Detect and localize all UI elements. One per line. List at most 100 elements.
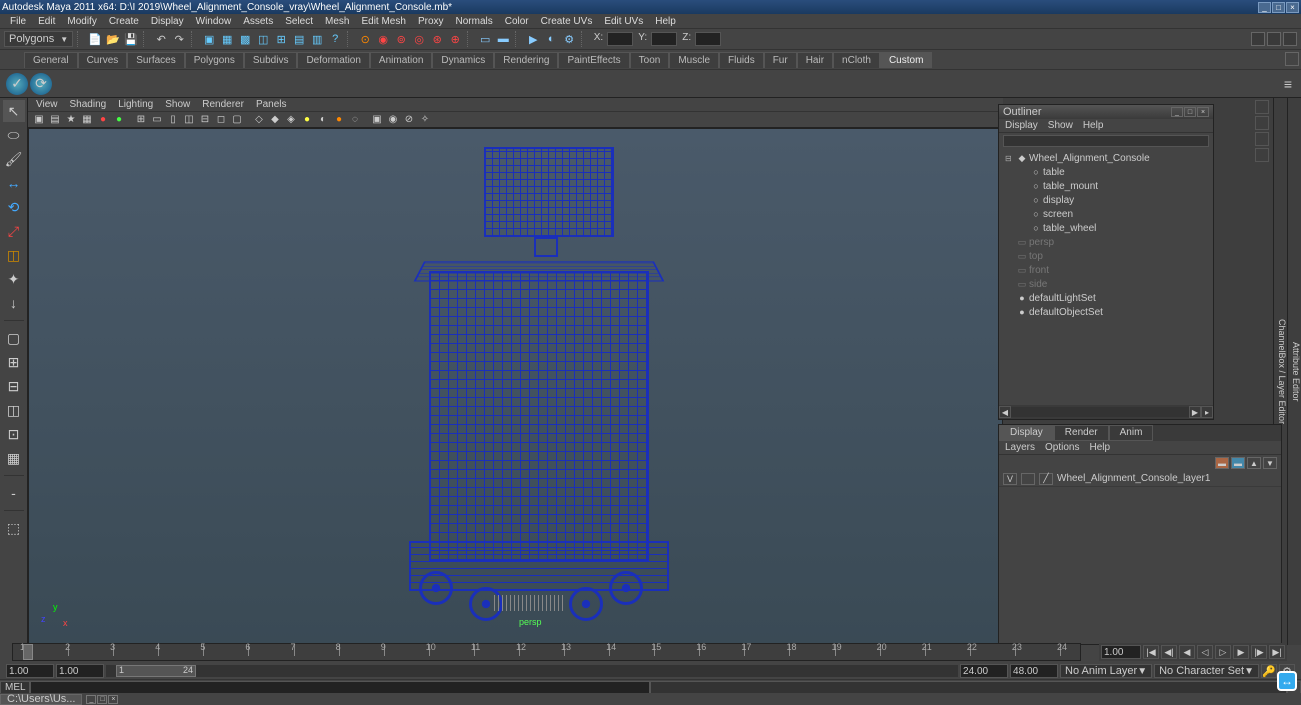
shelf-tab-ncloth[interactable]: nCloth — [833, 52, 880, 68]
shelf-tab-polygons[interactable]: Polygons — [185, 52, 244, 68]
shelf-tab-fluids[interactable]: Fluids — [719, 52, 764, 68]
menu-color[interactable]: Color — [499, 16, 535, 27]
sidebar-toggle-3[interactable] — [1283, 32, 1297, 46]
attribute-editor-tab[interactable]: Attribute Editor — [1287, 98, 1301, 645]
snap-view-icon[interactable]: ⊕ — [447, 31, 463, 47]
layout-three-icon[interactable]: ⊡ — [3, 423, 25, 445]
task-minimize[interactable]: _ — [86, 695, 96, 704]
vp-res-gate-icon[interactable]: ▯ — [166, 113, 180, 127]
vp-gate-mask-icon[interactable]: ◫ — [182, 113, 196, 127]
menu-help[interactable]: Help — [649, 16, 682, 27]
shelf-custom-icon-1[interactable]: ✓ — [6, 73, 28, 95]
shelf-tab-painteffects[interactable]: PaintEffects — [558, 52, 629, 68]
sel-mask-3-icon[interactable]: ▩ — [237, 31, 253, 47]
menu-modify[interactable]: Modify — [61, 16, 102, 27]
layer-tab-render[interactable]: Render — [1054, 425, 1109, 441]
lasso-tool-icon[interactable]: ⬭ — [3, 124, 25, 146]
outliner-close[interactable]: × — [1197, 107, 1209, 117]
rotate-tool-icon[interactable]: ⟲ — [3, 196, 25, 218]
shelf-tab-subdivs[interactable]: Subdivs — [244, 52, 298, 68]
vp-bookmark-icon[interactable]: ★ — [64, 113, 78, 127]
layer-menu-help[interactable]: Help — [1089, 442, 1110, 453]
select-tool-icon[interactable]: ↖ — [3, 100, 25, 122]
new-scene-icon[interactable]: 📄 — [87, 31, 103, 47]
vp-field-chart-icon[interactable]: ⊟ — [198, 113, 212, 127]
menu-assets[interactable]: Assets — [237, 16, 279, 27]
layout-two-v-icon[interactable]: ◫ — [3, 399, 25, 421]
shelf-tab-hair[interactable]: Hair — [797, 52, 833, 68]
shelf-right-icon[interactable]: ≡ — [1277, 73, 1299, 95]
vp-menu-shading[interactable]: Shading — [70, 99, 107, 110]
menu-edit-uvs[interactable]: Edit UVs — [598, 16, 649, 27]
vp-safe-title-icon[interactable]: ▢ — [230, 113, 244, 127]
outliner-menu-help[interactable]: Help — [1083, 120, 1104, 131]
vp-grease-icon[interactable]: ● — [112, 113, 126, 127]
time-slider-toggle-icon[interactable]: - — [3, 482, 25, 504]
hist-off-icon[interactable]: ▬ — [495, 31, 511, 47]
sel-mask-4-icon[interactable]: ◫ — [255, 31, 271, 47]
outliner-scrollbar[interactable] — [1011, 407, 1189, 417]
shelf-custom-icon-2[interactable]: ⟳ — [30, 73, 52, 95]
undo-icon[interactable]: ↶ — [153, 31, 169, 47]
shelf-tab-muscle[interactable]: Muscle — [669, 52, 719, 68]
outliner-search-input[interactable] — [1003, 135, 1209, 147]
time-slider[interactable]: 123456789101112131415161718192021222324 — [12, 643, 1081, 661]
scale-tool-icon[interactable]: ⤢ — [3, 220, 25, 242]
hist-on-icon[interactable]: ▭ — [477, 31, 493, 47]
vp-xray-icon[interactable]: ◌ — [348, 113, 362, 127]
sel-mask-6-icon[interactable]: ▤ — [291, 31, 307, 47]
layer-type-toggle[interactable] — [1021, 473, 1035, 485]
vp-textured-icon[interactable]: ◈ — [284, 113, 298, 127]
shelf-tab-custom[interactable]: Custom — [880, 52, 932, 68]
paint-select-tool-icon[interactable]: 🖌 — [3, 148, 25, 170]
manip-tool-icon[interactable]: ◫ — [3, 244, 25, 266]
open-scene-icon[interactable]: 📂 — [105, 31, 121, 47]
cbx-icon-1[interactable] — [1255, 100, 1269, 114]
autokey-toggle-icon[interactable]: 🔑 — [1261, 664, 1277, 678]
layer-tab-display[interactable]: Display — [999, 425, 1054, 441]
shelf-tab-animation[interactable]: Animation — [370, 52, 432, 68]
outliner-item[interactable]: ○table_mount — [1001, 179, 1211, 193]
outliner-item[interactable]: ●defaultLightSet — [1001, 291, 1211, 305]
layer-new-empty-icon[interactable]: ▬ — [1231, 457, 1245, 469]
shelf-tab-deformation[interactable]: Deformation — [297, 52, 369, 68]
last-tool-icon[interactable]: ↓ — [3, 292, 25, 314]
menu-normals[interactable]: Normals — [450, 16, 499, 27]
outliner-item[interactable]: ▭top — [1001, 249, 1211, 263]
sel-mask-1-icon[interactable]: ▣ — [201, 31, 217, 47]
snap-grid-icon[interactable]: ⊙ — [357, 31, 373, 47]
current-frame-input[interactable] — [1101, 645, 1141, 659]
shelf-tab-surfaces[interactable]: Surfaces — [127, 52, 184, 68]
save-scene-icon[interactable]: 💾 — [123, 31, 139, 47]
shelf-tab-dynamics[interactable]: Dynamics — [432, 52, 494, 68]
outliner-minimize[interactable]: _ — [1171, 107, 1183, 117]
shelf-tab-rendering[interactable]: Rendering — [494, 52, 558, 68]
outliner-scroll-end[interactable]: ▸ — [1201, 406, 1213, 418]
vp-hide-icon[interactable]: ⊘ — [402, 113, 416, 127]
snap-live-icon[interactable]: ⊛ — [429, 31, 445, 47]
outliner-item[interactable]: ▭persp — [1001, 235, 1211, 249]
ipr-icon[interactable]: ◐ — [543, 31, 559, 47]
vp-shaded-icon[interactable]: ◆ — [268, 113, 282, 127]
vp-cam-attr-icon[interactable]: ▤ — [48, 113, 62, 127]
step-forward-key-icon[interactable]: |▶ — [1251, 645, 1267, 659]
play-back-icon[interactable]: ◁ — [1197, 645, 1213, 659]
step-back-icon[interactable]: ◀ — [1179, 645, 1195, 659]
outliner-menu-show[interactable]: Show — [1048, 120, 1073, 131]
menu-edit-mesh[interactable]: Edit Mesh — [355, 16, 411, 27]
range-inner-start-input[interactable] — [56, 664, 104, 678]
menu-proxy[interactable]: Proxy — [412, 16, 450, 27]
layer-row[interactable]: V ╱ Wheel_Alignment_Console_layer1 — [999, 471, 1281, 487]
layer-up-icon[interactable]: ▲ — [1247, 457, 1261, 469]
vp-menu-panels[interactable]: Panels — [256, 99, 287, 110]
shelf-tab-toon[interactable]: Toon — [630, 52, 670, 68]
outliner-menu-display[interactable]: Display — [1005, 120, 1038, 131]
task-close[interactable]: × — [108, 695, 118, 704]
shelf-tab-fur[interactable]: Fur — [764, 52, 797, 68]
outliner-scroll-left[interactable]: ◀ — [999, 406, 1011, 418]
vp-shadow-icon[interactable]: ◐ — [316, 113, 330, 127]
vp-menu-lighting[interactable]: Lighting — [118, 99, 153, 110]
layout-custom-icon[interactable]: ▦ — [3, 447, 25, 469]
layer-menu-layers[interactable]: Layers — [1005, 442, 1035, 453]
step-back-key-icon[interactable]: ◀| — [1161, 645, 1177, 659]
